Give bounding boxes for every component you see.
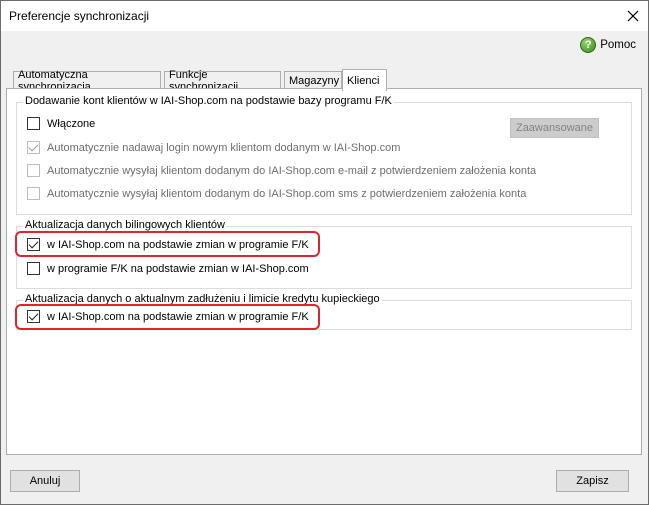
tab-clients[interactable]: Klienci <box>342 69 387 91</box>
advanced-label: Zaawansowane <box>515 122 594 134</box>
enabled-checkbox[interactable] <box>27 117 40 130</box>
billing-fk-row[interactable]: w programie F/K na podstawie zmian w IAI… <box>27 262 309 275</box>
auto-login-row[interactable]: Automatycznie nadawaj login nowym klient… <box>27 141 400 154</box>
help-icon: ? <box>580 37 597 53</box>
preferences-dialog: Preferencje synchronizacji ? Pomoc Autom… <box>0 0 649 505</box>
group-add-client-accounts: Dodawanie kont klientów w IAI-Shop.com n… <box>16 95 632 215</box>
close-icon <box>627 10 639 22</box>
close-button[interactable] <box>618 1 648 31</box>
auto-sms-label: Automatycznie wysyłaj klientom dodanym d… <box>47 187 527 200</box>
group-title: Dodawanie kont klientów w IAI-Shop.com n… <box>23 95 394 107</box>
billing-fk-checkbox[interactable] <box>27 262 40 275</box>
auto-email-label: Automatycznie wysyłaj klientom dodanym d… <box>47 164 537 177</box>
group-title: Aktualizacja danych bilingowych klientów <box>23 219 227 231</box>
auto-login-label: Automatycznie nadawaj login nowym klient… <box>47 141 401 154</box>
auto-sms-checkbox[interactable] <box>27 187 40 200</box>
tab-label: Magazyny <box>289 75 340 87</box>
tab-label: Klienci <box>347 74 380 87</box>
save-label: Zapisz <box>576 475 609 487</box>
cancel-label: Anuluj <box>29 475 61 487</box>
enabled-checkbox-row[interactable]: Włączone <box>27 117 95 130</box>
clients-tab-panel: Dodawanie kont klientów w IAI-Shop.com n… <box>6 88 642 455</box>
auto-email-row[interactable]: Automatycznie wysyłaj klientom dodanym d… <box>27 164 536 177</box>
enabled-label: Włączone <box>47 117 96 130</box>
title-bar: Preferencje synchronizacji <box>1 1 648 31</box>
auto-sms-row[interactable]: Automatycznie wysyłaj klientom dodanym d… <box>27 187 526 200</box>
auto-login-checkbox[interactable] <box>27 141 40 154</box>
help-link[interactable]: ? Pomoc <box>580 37 636 53</box>
help-label: Pomoc <box>600 39 636 51</box>
save-button[interactable]: Zapisz <box>556 470 629 492</box>
auto-email-checkbox[interactable] <box>27 164 40 177</box>
advanced-button[interactable]: Zaawansowane <box>510 118 599 138</box>
cancel-button[interactable]: Anuluj <box>10 470 80 492</box>
window-title: Preferencje synchronizacji <box>9 9 150 23</box>
highlight-annotation <box>15 304 320 330</box>
highlight-annotation <box>15 231 320 257</box>
billing-fk-label: w programie F/K na podstawie zmian w IAI… <box>47 262 309 275</box>
